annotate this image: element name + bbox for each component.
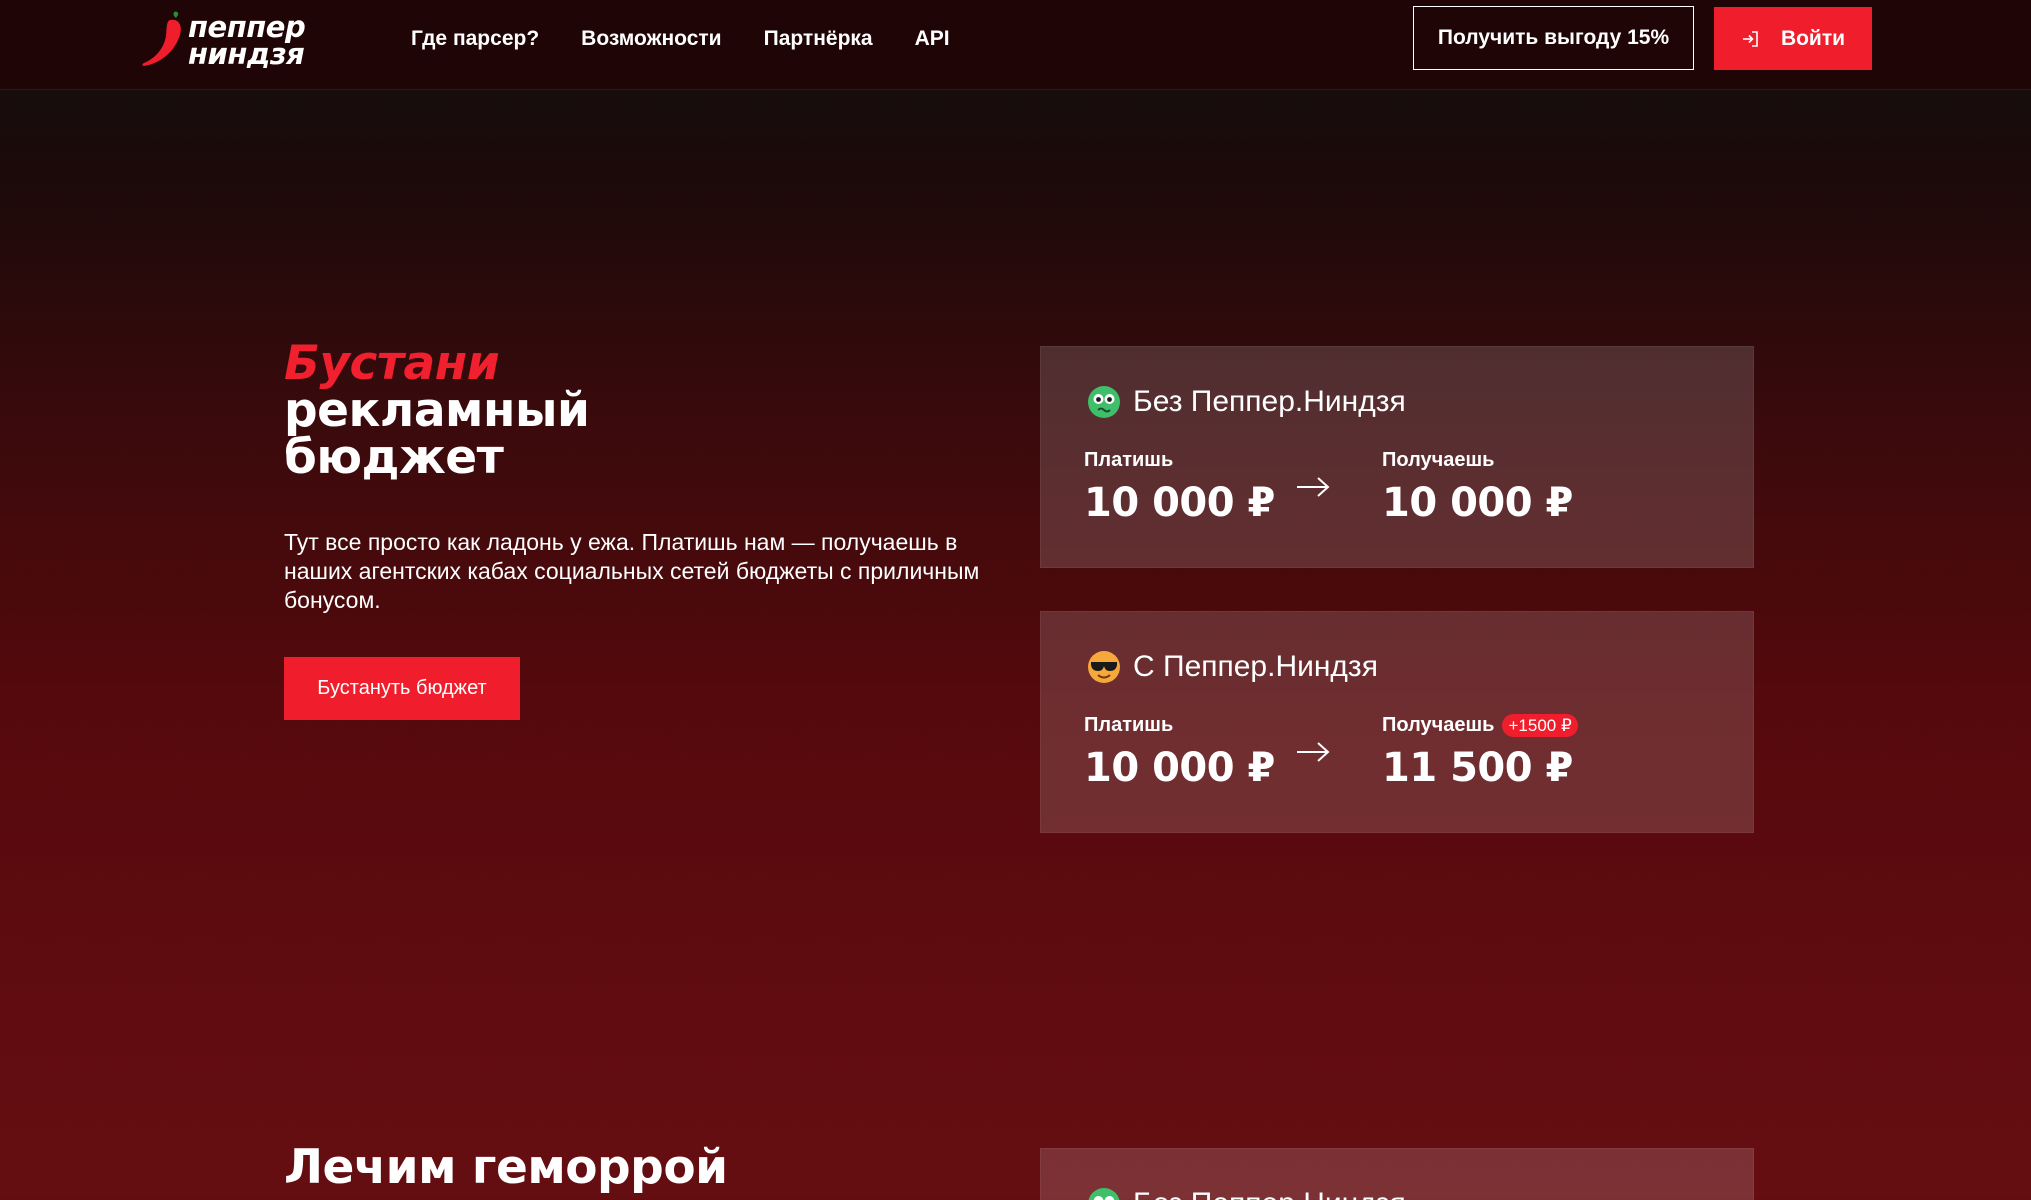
logo-line-2: ниндзя [188,37,305,71]
main-nav: Где парсер? Возможности Партнёрка API [411,0,992,78]
pay-label: Платишь [1084,449,1174,471]
pay-column: Платишь 10 000 ₽ [1084,449,1275,526]
hero-description: Тут все просто как ладонь у ежа. Платишь… [284,529,980,613]
comparison-card-partial: Без Пеппер.Ниндзя [1040,1148,1754,1200]
nav-item-partner[interactable]: Партнёрка [764,27,873,51]
section-2-title: Лечим геморрой [284,1140,728,1195]
sick-face-emoji-icon [1088,1188,1120,1200]
card-title: С Пеппер.Ниндзя [1133,650,1378,683]
arrow-right-icon [1297,477,1330,497]
site-header: пеппер ниндзя Где парсер? Возможности Па… [0,0,2031,90]
comparison-card-without: Без Пеппер.Ниндзя Платишь 10 000 ₽ Получ… [1040,346,1754,568]
get-label: Получаешь [1382,449,1495,471]
get-column: Получаешь +1500 ₽ 11 500 ₽ [1382,714,1578,791]
get-column: Получаешь 10 000 ₽ [1382,449,1573,526]
nav-item-features[interactable]: Возможности [581,27,721,51]
nav-item-parser[interactable]: Где парсер? [411,27,539,51]
get-label-row: Получаешь +1500 ₽ [1382,714,1578,737]
login-icon [1742,30,1758,47]
card-header: Без Пеппер.Ниндзя [1087,385,1406,419]
chili-pepper-icon [142,11,181,66]
pay-value: 10 000 ₽ [1084,480,1275,526]
arrow-right-icon [1297,742,1330,762]
hero-title-accent: Бустани [284,336,500,391]
hero-title-line-1: рекламный [284,383,590,438]
card-header: Без Пеппер.Ниндзя [1087,1187,1406,1200]
get-discount-button[interactable]: Получить выгоду 15% [1413,6,1694,70]
get-value: 11 500 ₽ [1382,745,1573,791]
nav-item-api[interactable]: API [915,27,950,51]
login-label: Войти [1780,26,1846,50]
sick-face-emoji-icon [1088,386,1120,418]
card-header: С Пеппер.Ниндзя [1087,650,1378,684]
logo-text: пеппер ниндзя [188,13,306,71]
hero-title: Бустани рекламный бюджет [284,336,590,485]
pay-label: Платишь [1084,714,1174,736]
pay-value: 10 000 ₽ [1084,745,1275,791]
login-button[interactable]: Войти [1714,7,1872,70]
hero-title-line-2: бюджет [284,430,504,485]
boost-budget-button[interactable]: Бустануть бюджет [284,657,520,720]
card-title: Без Пеппер.Ниндзя [1133,1187,1406,1200]
pay-column: Платишь 10 000 ₽ [1084,714,1275,791]
sunglasses-face-emoji-icon [1088,651,1120,683]
card-title: Без Пеппер.Ниндзя [1133,385,1406,418]
get-value: 10 000 ₽ [1382,480,1573,526]
comparison-card-with: С Пеппер.Ниндзя Платишь 10 000 ₽ Получае… [1040,611,1754,833]
get-label: Получаешь [1382,714,1495,736]
logo[interactable]: пеппер ниндзя [140,8,340,70]
bonus-badge: +1500 ₽ [1502,714,1578,737]
